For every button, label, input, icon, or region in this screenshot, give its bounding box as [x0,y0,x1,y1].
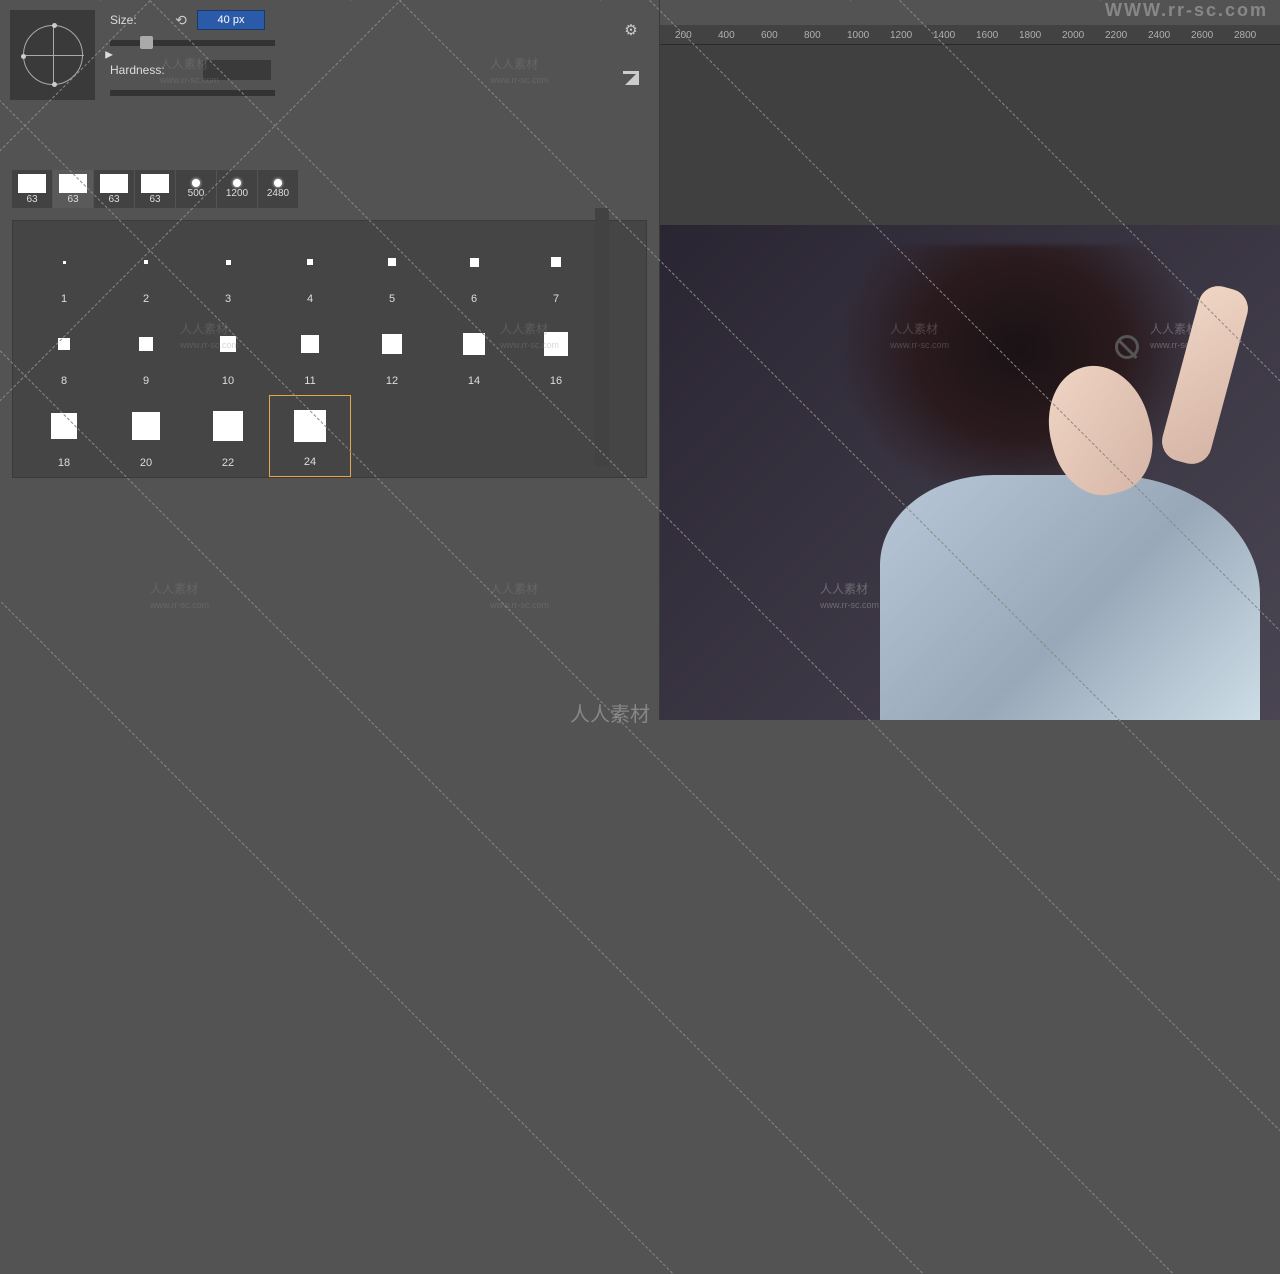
brush-label: 12 [386,375,398,387]
brush-label: 3 [225,293,231,305]
brush-label: 16 [550,375,562,387]
brush-label: 5 [389,293,395,305]
brush-label: 14 [468,375,480,387]
gear-icon[interactable]: ⚙ [621,20,641,40]
brush-label: 11 [304,375,315,387]
brush-label: 1 [61,293,67,305]
brush-preset-panel: ▶ Size: ⟲ Hardness: ⚙ 63 63 63 63 500 [0,0,660,720]
recent-brush[interactable]: 63 [135,170,175,208]
brush-preset[interactable]: 12 [351,313,433,395]
brush-preset[interactable]: 20 [105,395,187,477]
horizontal-ruler: 200 400 600 800 1000 1200 1400 1600 1800… [660,25,1280,45]
reset-size-button[interactable]: ⟲ [171,10,191,30]
ruler-tick: 2000 [1062,30,1084,41]
ruler-tick: 2600 [1191,30,1213,41]
ruler-tick: 2800 [1234,30,1256,41]
brush-size-input[interactable] [197,10,265,30]
hardness-slider[interactable] [110,90,275,96]
brush-preset[interactable]: 22 [187,395,269,477]
brush-preset[interactable]: 1 [23,231,105,313]
ruler-tick: 1400 [933,30,955,41]
recent-brush[interactable]: 63 [12,170,52,208]
flyout-menu-icon[interactable] [621,68,641,88]
ruler-tick: 1800 [1019,30,1041,41]
brush-preset[interactable]: 2 [105,231,187,313]
brush-label: 24 [304,456,316,468]
brush-label: 22 [222,457,234,469]
brush-label: 7 [553,293,559,305]
canvas-area[interactable] [660,45,1280,720]
brush-preset[interactable]: 18 [23,395,105,477]
brush-label: 8 [61,375,67,387]
brush-size-label: 63 [149,194,160,205]
brush-presets-grid: 1 2 3 4 5 6 7 8 9 10 11 12 14 16 18 20 2… [12,220,647,478]
brush-preset-selected[interactable]: 24 [269,395,351,477]
brush-preset[interactable]: 6 [433,231,515,313]
brush-label: 9 [143,375,149,387]
recent-brushes-row: 63 63 63 63 500 1200 2480 [0,170,659,208]
slider-thumb[interactable] [140,36,153,49]
size-label: Size: [110,13,165,27]
ruler-tick: 2200 [1105,30,1127,41]
not-allowed-cursor-icon [1115,335,1139,359]
brush-label: 10 [222,375,234,387]
canvas-image [660,225,1280,720]
brush-size-label: 63 [108,194,119,205]
brush-label: 18 [58,457,70,469]
brush-size-label: 63 [26,194,37,205]
recent-brush[interactable]: 2480 [258,170,298,208]
brush-size-label: 1200 [226,188,248,199]
brush-preset[interactable]: 16 [515,313,597,395]
brush-preset[interactable]: 9 [105,313,187,395]
scrollbar[interactable] [595,208,609,466]
brush-label: 6 [471,293,477,305]
brush-size-label: 63 [67,194,78,205]
brush-preset[interactable]: 8 [23,313,105,395]
brush-angle-widget[interactable]: ▶ [10,10,95,100]
hardness-label: Hardness: [110,63,165,77]
brush-preset[interactable]: 4 [269,231,351,313]
ruler-tick: 1600 [976,30,998,41]
ruler-tick: 600 [761,30,778,41]
ruler-tick: 800 [804,30,821,41]
ruler-tick: 400 [718,30,735,41]
brush-label: 4 [307,293,313,305]
brush-size-label: 2480 [267,188,289,199]
ruler-tick: 1000 [847,30,869,41]
brush-preset[interactable]: 10 [187,313,269,395]
ruler-tick: 2400 [1148,30,1170,41]
brush-preset[interactable]: 7 [515,231,597,313]
brush-label: 2 [143,293,149,305]
ruler-tick: 1200 [890,30,912,41]
brush-label: 20 [140,457,152,469]
watermark-url: WWW.rr-sc.com [1105,0,1268,21]
